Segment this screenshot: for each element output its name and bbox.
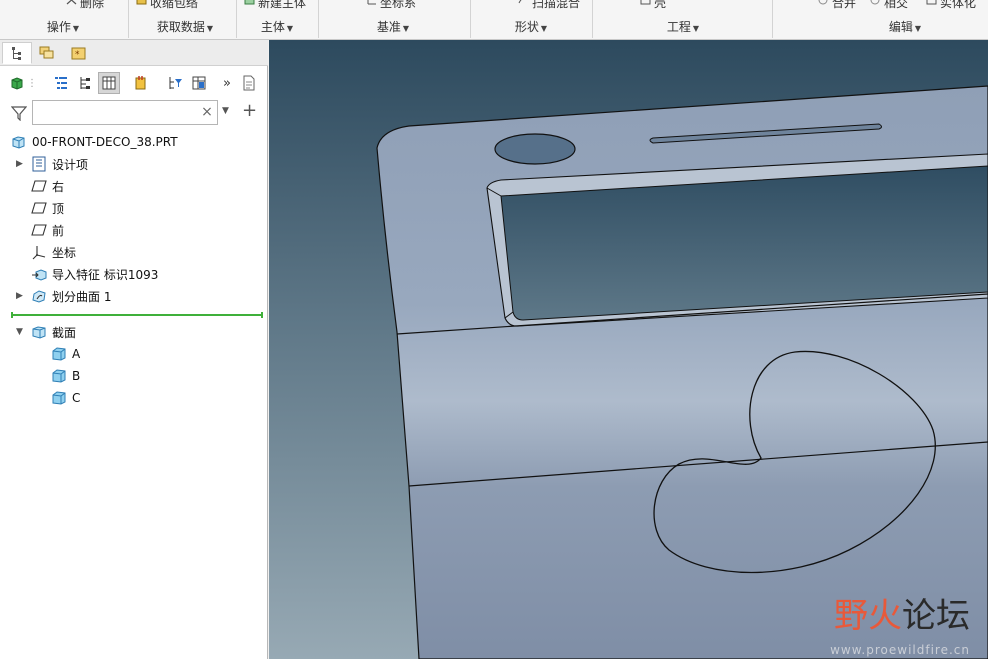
layer-tree-icon <box>39 46 54 59</box>
group-separator <box>128 0 129 38</box>
group-separator <box>318 0 319 38</box>
add-filter-icon[interactable]: + <box>242 101 257 121</box>
settings-gear-icon <box>135 76 146 90</box>
design-items-icon <box>31 156 47 172</box>
toolbar-grip: ⋮ <box>27 77 37 89</box>
group-edit[interactable]: 编辑 ▼ <box>872 18 938 34</box>
search-dropdown-icon[interactable]: ▼ <box>222 106 229 116</box>
swept-blend-button-cut[interactable]: 扫描混合 <box>518 0 580 10</box>
more-button[interactable]: » <box>216 72 238 94</box>
section-plane-icon <box>51 390 67 406</box>
new-body-button-cut[interactable]: 新建主体 <box>244 0 306 10</box>
tree-columns-setup-button[interactable] <box>188 72 210 94</box>
double-chevron-icon: » <box>223 75 231 91</box>
section-plane-icon <box>51 368 67 384</box>
caret-down-icon: ▼ <box>72 24 80 33</box>
coordinate-system-icon <box>31 244 47 260</box>
part-icon <box>11 134 27 150</box>
caret-down-icon: ▼ <box>692 24 700 33</box>
collapse-arrow-icon[interactable]: ▼ <box>16 327 26 337</box>
intersect-option-cut[interactable]: 相交 <box>870 0 908 10</box>
solidify-button-cut[interactable]: 实体化 <box>926 0 976 10</box>
svg-text:*: * <box>75 50 80 60</box>
settings-button[interactable] <box>130 72 152 94</box>
datum-plane-icon <box>31 222 47 238</box>
model-view[interactable] <box>269 40 988 659</box>
radio-icon <box>870 0 881 5</box>
expand-arrow-icon[interactable]: ▶ <box>16 291 26 301</box>
tree-columns-icon <box>80 77 90 89</box>
group-separator <box>592 0 593 38</box>
model-tree-panel: * ⋮ » × ▼ + 00-FRONT-DECO_38.PRT ▶ 设计项 右… <box>0 40 268 659</box>
show-columns-button[interactable] <box>98 72 120 94</box>
group-shapes[interactable]: 形状 ▼ <box>498 18 564 34</box>
green-cube-icon <box>11 77 23 90</box>
columns-setup-icon <box>192 76 206 90</box>
caret-down-icon: ▼ <box>540 24 548 33</box>
tree-columns-button[interactable] <box>74 72 96 94</box>
tab-layer-tree[interactable] <box>32 42 62 64</box>
caret-down-icon: ▼ <box>914 24 922 33</box>
clear-search-icon[interactable]: × <box>200 104 214 120</box>
filter-funnel-icon <box>10 105 28 124</box>
display-style-button[interactable] <box>6 72 28 94</box>
shrinkwrap-icon <box>136 0 147 5</box>
caret-down-icon: ▼ <box>206 24 214 33</box>
list-tree-icon <box>55 77 67 89</box>
tab-model-tree[interactable] <box>2 42 32 64</box>
insert-here-line[interactable] <box>11 312 263 318</box>
graphics-viewport[interactable]: 野火论坛 www.proewildfire.cn <box>269 40 988 659</box>
coordinate-system-icon <box>366 0 377 5</box>
model-tree-icon <box>12 47 21 60</box>
merge-option-cut[interactable]: 合并 <box>818 0 856 10</box>
datum-plane-icon <box>31 200 47 216</box>
tree-filter-icon <box>169 77 182 89</box>
tree-filter-button[interactable] <box>164 72 186 94</box>
shrinkwrap-button-cut[interactable]: 收缩包络 <box>136 0 198 10</box>
group-engineering[interactable]: 工程 ▼ <box>650 18 716 34</box>
section-plane-icon <box>51 346 67 362</box>
watermark-logo: 野火论坛 <box>834 596 970 636</box>
shell-icon <box>640 0 651 5</box>
datum-plane-icon <box>31 178 47 194</box>
shell-button-cut[interactable]: 壳 <box>640 0 666 10</box>
caret-down-icon: ▼ <box>402 24 410 33</box>
favorites-icon: * <box>71 47 86 60</box>
solidify-icon <box>926 0 937 5</box>
group-get-data[interactable]: 获取数据 ▼ <box>140 18 230 34</box>
search-input[interactable] <box>32 100 218 125</box>
tree-toolbar: ⋮ » <box>0 68 268 98</box>
delete-icon <box>66 0 77 5</box>
search-row: × ▼ + <box>0 98 268 128</box>
show-details-button[interactable] <box>238 72 260 94</box>
section-icon <box>31 324 47 340</box>
import-feature-icon <box>31 266 47 282</box>
app-window: 删除 收缩包络 新建主体 坐标系 扫描混合 壳 合并 相交 实体化 操作 ▼ 获取… <box>0 0 988 659</box>
tab-favorites[interactable]: * <box>64 42 94 64</box>
group-separator <box>470 0 471 38</box>
group-separator <box>236 0 237 38</box>
group-datum[interactable]: 基准 ▼ <box>360 18 426 34</box>
delete-button-cut[interactable]: 删除 <box>66 0 104 10</box>
tree-filters-button[interactable] <box>50 72 72 94</box>
group-operations[interactable]: 操作 ▼ <box>30 18 96 34</box>
coordinate-system-button-cut[interactable]: 坐标系 <box>366 0 416 10</box>
expand-arrow-icon[interactable]: ▶ <box>16 159 26 169</box>
ribbon: 删除 收缩包络 新建主体 坐标系 扫描混合 壳 合并 相交 实体化 操作 ▼ 获取… <box>0 0 988 40</box>
radio-icon <box>818 0 829 5</box>
group-separator <box>772 0 773 38</box>
split-surface-icon <box>31 288 47 304</box>
caret-down-icon: ▼ <box>286 24 294 33</box>
navigator-tabs: * <box>0 40 268 66</box>
table-columns-icon <box>102 76 116 90</box>
watermark-url: www.proewildfire.cn <box>830 643 970 657</box>
round-hole[interactable] <box>494 133 576 165</box>
new-body-icon <box>244 0 255 5</box>
swept-blend-icon <box>518 0 529 4</box>
group-body[interactable]: 主体 ▼ <box>244 18 310 34</box>
document-icon <box>243 75 255 91</box>
